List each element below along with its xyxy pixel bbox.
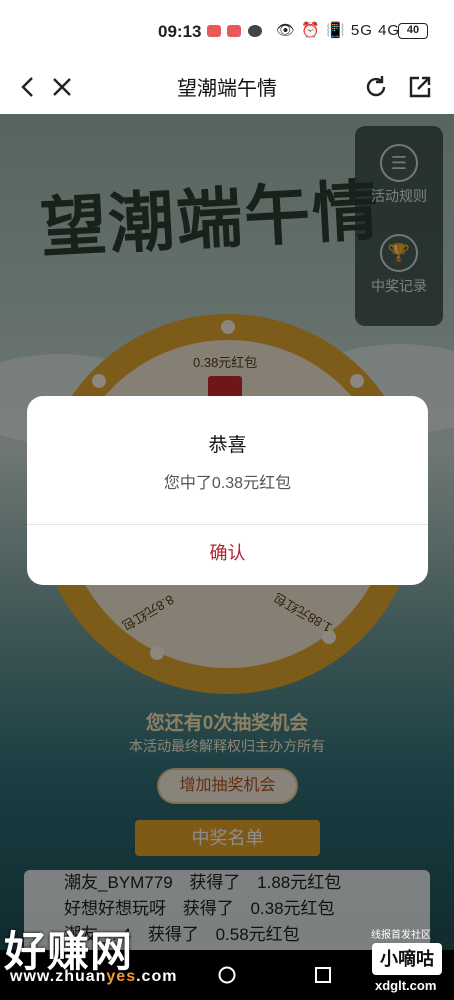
watermark-tagline: 线报首发社区 <box>371 930 431 941</box>
share-icon[interactable] <box>406 73 434 101</box>
dialog-title: 恭喜 <box>208 435 247 456</box>
notification-icon <box>207 25 221 37</box>
app-nav-bar: 望潮端午情 <box>0 60 454 114</box>
confirm-button[interactable]: 确认 <box>27 525 428 585</box>
watermark-domain: xdglt.com <box>375 978 437 993</box>
notification-icon <box>227 25 241 37</box>
watermark-url: www.zhuanyes.com <box>10 968 178 985</box>
watermark-badge: 小嘀咕 <box>372 943 442 975</box>
status-bar: 09:13 👁 ⏰ 📳 5G 4G 40 <box>0 0 454 60</box>
prize-dialog: 恭喜 您中了0.38元红包 确认 <box>27 396 428 585</box>
recents-icon[interactable] <box>314 966 332 984</box>
status-time: 09:13 <box>158 22 202 41</box>
dialog-message: 您中了0.38元红包 <box>163 475 292 492</box>
home-icon[interactable] <box>218 966 236 984</box>
app-notification-icon <box>248 25 262 37</box>
refresh-icon[interactable] <box>362 73 390 101</box>
status-icons: 👁 ⏰ 📳 5G 4G <box>276 22 401 39</box>
battery-icon: 40 <box>398 23 428 39</box>
